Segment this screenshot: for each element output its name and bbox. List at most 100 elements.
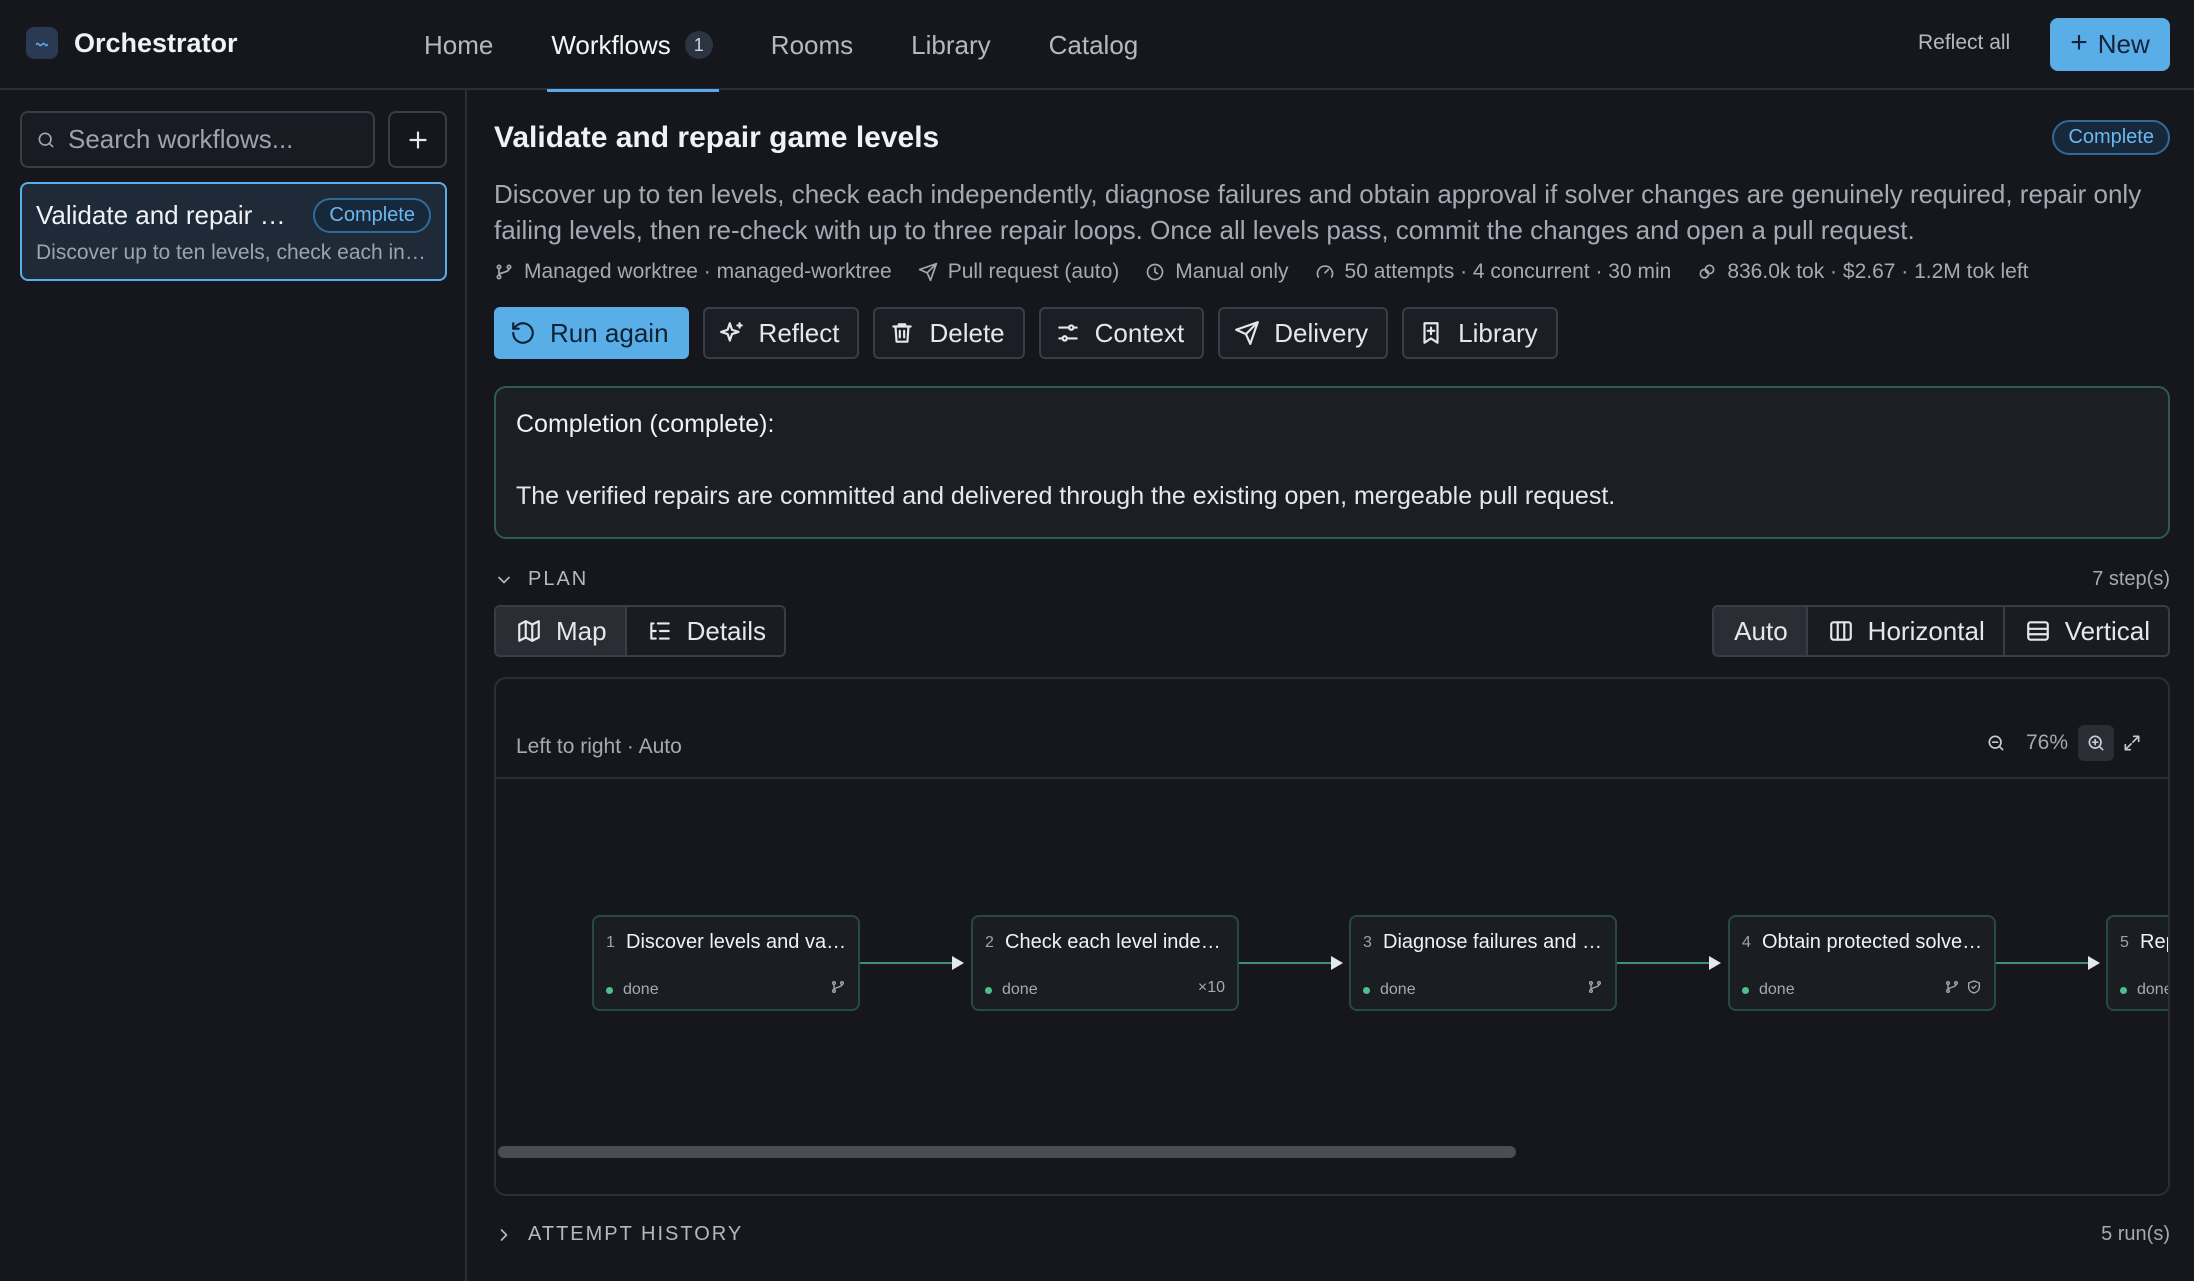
tab-catalog[interactable]: Catalog <box>1049 0 1139 90</box>
node-status-label: done <box>623 981 659 998</box>
workflow-list-item[interactable]: Validate and repair game levels Complete… <box>20 182 447 281</box>
fullscreen-button[interactable] <box>2114 725 2150 761</box>
plus-icon <box>408 130 427 149</box>
layout-vertical-button[interactable]: Vertical <box>2004 607 2168 655</box>
meta-delivery-text: Pull request (auto) <box>947 260 1120 283</box>
canvas-caption: Left to right · Auto <box>516 735 682 758</box>
node-title: Check each level independently <box>1005 931 1229 953</box>
new-button[interactable]: + New <box>2050 18 2170 71</box>
meta-usage-text: 836.0k tok · $2.67 · 1.2M tok left <box>1727 260 2029 283</box>
workflow-meta: Managed worktree · managed-worktree Pull… <box>494 260 2055 284</box>
tab-rooms[interactable]: Rooms <box>771 0 853 90</box>
canvas-horizontal-scrollbar[interactable] <box>498 1146 1516 1158</box>
node-number: 4 <box>1742 934 1751 951</box>
plan-section-toggle[interactable]: PLAN <box>494 568 588 591</box>
sidebar: Validate and repair game levels Complete… <box>0 90 467 1281</box>
sparkles-icon <box>719 322 743 342</box>
send-icon <box>918 262 937 282</box>
node-badges <box>1587 979 1603 995</box>
workflow-detail: Validate and repair game levels Complete… <box>494 90 2170 1281</box>
tab-rooms-label: Rooms <box>770 29 854 60</box>
plan-graph: 1 Discover levels and validate inputs do… <box>496 779 2168 1159</box>
reflect-all-button[interactable]: Reflect all <box>1918 31 2010 55</box>
reflect-button[interactable]: Reflect <box>702 307 860 359</box>
node-number: 2 <box>985 934 994 951</box>
zoom-controls: 76% <box>1978 725 2150 761</box>
bookmark-plus-icon <box>1423 322 1439 344</box>
run-again-label: Run again <box>550 317 669 348</box>
layout-horizontal-label: Horizontal <box>1867 615 1985 646</box>
tab-workflows[interactable]: Workflows 1 <box>547 0 720 92</box>
attempt-history-toggle[interactable]: ATTEMPT HISTORY <box>494 1223 743 1246</box>
context-button[interactable]: Context <box>1038 307 1205 359</box>
plan-node[interactable]: 5 Repair failing levels done <box>2106 915 2168 1011</box>
layout-vertical-label: Vertical <box>2064 615 2150 646</box>
map-icon <box>518 620 540 642</box>
node-title: Obtain protected solver approval <box>1762 931 1986 953</box>
tab-map[interactable]: Map <box>496 607 627 655</box>
plan-map-canvas[interactable]: Left to right · Auto 76% 1 Discover leve… <box>494 677 2170 1196</box>
library-button[interactable]: Library <box>1402 307 1558 359</box>
runs-count: 5 run(s) <box>2101 1223 2170 1245</box>
app-name: Orchestrator <box>74 27 238 58</box>
page-title: Validate and repair game levels <box>494 120 940 154</box>
zoom-level: 76% <box>2025 731 2068 754</box>
node-status-label: done <box>1002 981 1038 998</box>
run-again-button[interactable]: Run again <box>494 307 689 359</box>
plan-node[interactable]: 4 Obtain protected solver approval done <box>1728 915 1996 1011</box>
tab-library[interactable]: Library <box>911 0 990 90</box>
tab-details[interactable]: Details <box>626 607 785 655</box>
plan-node[interactable]: 2 Check each level independently done ×1… <box>971 915 1239 1011</box>
zoom-out-button[interactable] <box>1978 725 2014 761</box>
send-icon <box>1235 321 1260 345</box>
layout-auto-label: Auto <box>1734 615 1788 646</box>
status-dot <box>2120 986 2127 994</box>
expand-icon <box>2124 735 2140 751</box>
search-icon <box>38 132 54 147</box>
edge-arrow <box>1615 956 1721 970</box>
meta-delivery: Pull request (auto) <box>918 260 1120 284</box>
node-status: done <box>2120 981 2168 999</box>
main-nav: Home Workflows 1 Rooms Library Catalog <box>424 0 1196 92</box>
edge-arrow <box>858 956 964 970</box>
tab-map-label: Map <box>556 615 607 646</box>
node-status: done <box>1363 981 1416 999</box>
chevron-right-icon <box>500 1228 508 1241</box>
tab-home-label: Home <box>424 29 494 60</box>
chevron-down-icon <box>498 576 510 583</box>
add-workflow-button[interactable] <box>388 111 447 168</box>
delete-label: Delete <box>929 317 1005 348</box>
zoom-in-button[interactable] <box>2078 725 2114 761</box>
search-box <box>20 111 375 168</box>
shield-check-icon <box>1968 980 1980 994</box>
plan-node[interactable]: 3 Diagnose failures and propose fixes do… <box>1349 915 1617 1011</box>
node-badges <box>1944 979 1982 995</box>
list-tree-icon <box>649 622 670 640</box>
tab-workflows-label: Workflows <box>551 29 671 60</box>
node-status: done <box>1742 981 1795 999</box>
meta-limits-text: 50 attempts · 4 concurrent · 30 min <box>1344 260 1672 283</box>
zoom-out-icon <box>1988 735 2004 751</box>
clock-icon <box>1146 263 1164 281</box>
node-title: Discover levels and validate inputs <box>626 931 850 953</box>
delete-button[interactable]: Delete <box>873 307 1025 359</box>
trash-icon <box>892 323 913 343</box>
brand[interactable]: Orchestrator <box>26 27 238 59</box>
layout-auto-button[interactable]: Auto <box>1714 607 1808 655</box>
layout-switch: Auto Horizontal Vertical <box>1712 605 2170 657</box>
completion-body: The verified repairs are committed and d… <box>516 482 1616 510</box>
delivery-button[interactable]: Delivery <box>1218 307 1389 359</box>
search-input[interactable] <box>68 124 358 155</box>
completion-summary: Completion (complete): The verified repa… <box>494 386 2170 539</box>
layout-horizontal-button[interactable]: Horizontal <box>1807 607 2005 655</box>
tab-home[interactable]: Home <box>424 0 493 90</box>
plan-node[interactable]: 1 Discover levels and validate inputs do… <box>592 915 860 1011</box>
node-badges <box>830 979 846 995</box>
status-badge: Complete <box>313 198 431 233</box>
status-dot <box>1363 986 1370 994</box>
plan-steps-count: 7 step(s) <box>2092 568 2170 590</box>
meta-worktree: Managed worktree · managed-worktree <box>494 260 892 284</box>
meta-schedule: Manual only <box>1145 260 1289 284</box>
node-number: 1 <box>606 934 615 951</box>
node-title: Diagnose failures and propose fixes <box>1383 931 1607 953</box>
